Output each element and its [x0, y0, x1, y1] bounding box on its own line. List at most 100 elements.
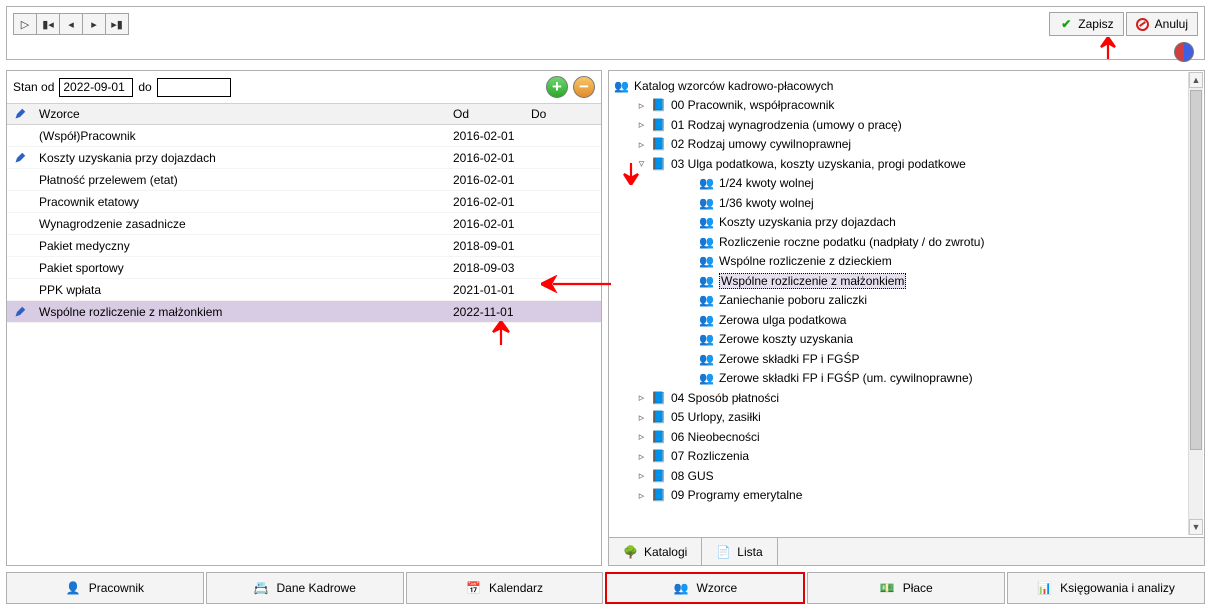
- expander-icon[interactable]: ▹: [636, 450, 647, 463]
- do-header[interactable]: Do: [525, 107, 585, 121]
- tree-node[interactable]: ▹ 09 Programy emerytalne: [612, 486, 1186, 506]
- save-button[interactable]: ✔ Zapisz: [1049, 12, 1123, 36]
- tree-node[interactable]: Koszty uzyskania przy dojazdach: [612, 213, 1186, 233]
- remove-button[interactable]: −: [573, 76, 595, 98]
- stan-od-input[interactable]: [59, 78, 133, 97]
- book-icon: [651, 137, 667, 151]
- people-icon: [699, 274, 715, 288]
- tab-ksiegowania[interactable]: 📊 Księgowania i analizy: [1007, 572, 1205, 604]
- expander-icon[interactable]: ▹: [636, 118, 647, 131]
- row-name: Płatność przelewem (etat): [33, 173, 447, 187]
- people-icon: [699, 176, 715, 190]
- expander-icon[interactable]: ▹: [636, 138, 647, 151]
- expander-icon[interactable]: ▹: [636, 489, 647, 502]
- table-row[interactable]: (Współ)Pracownik2016-02-01: [7, 125, 601, 147]
- tree-node-label: Zerowa ulga podatkowa: [719, 313, 846, 327]
- tree-node[interactable]: Zerowa ulga podatkowa: [612, 310, 1186, 330]
- stan-od-label: Stan od: [13, 80, 54, 94]
- tree-node-label: Wspólne rozliczenie z małżonkiem: [719, 273, 906, 289]
- tree-node[interactable]: ▹ 01 Rodzaj wynagrodzenia (umowy o pracę): [612, 115, 1186, 135]
- tree-node[interactable]: Zerowe składki FP i FGŚP: [612, 349, 1186, 369]
- right-panel: Katalog wzorców kadrowo-płacowych ▹00 Pr…: [608, 70, 1205, 566]
- row-name: Pracownik etatowy: [33, 195, 447, 209]
- tree-node[interactable]: Wspólne rozliczenie z dzieckiem: [612, 252, 1186, 272]
- nav-first-button[interactable]: ▮◂: [36, 13, 60, 35]
- people-icon: [699, 371, 715, 385]
- tree-node[interactable]: Wspólne rozliczenie z małżonkiem: [612, 271, 1186, 291]
- tab-lista[interactable]: 📄 Lista: [702, 538, 777, 565]
- tab-wzorce-label: Wzorce: [697, 581, 738, 595]
- nav-next-button[interactable]: ▸: [82, 13, 106, 35]
- nav-prev-button[interactable]: ◂: [59, 13, 83, 35]
- tree-node[interactable]: ▹06 Nieobecności: [612, 427, 1186, 447]
- tree-node[interactable]: ▹02 Rodzaj umowy cywilnoprawnej: [612, 135, 1186, 155]
- tree-node[interactable]: ▹05 Urlopy, zasiłki: [612, 408, 1186, 428]
- tree-node[interactable]: ▹08 GUS: [612, 466, 1186, 486]
- table-row[interactable]: Pakiet sportowy2018-09-03: [7, 257, 601, 279]
- table-row[interactable]: Pakiet medyczny2018-09-01: [7, 235, 601, 257]
- tab-place[interactable]: 💵 Płace: [807, 572, 1005, 604]
- tree-node[interactable]: ▿03 Ulga podatkowa, koszty uzyskania, pr…: [612, 154, 1186, 174]
- pencil-column-header: [7, 108, 33, 120]
- tree-node-label: Zaniechanie poboru zaliczki: [719, 293, 867, 307]
- scroll-down-button[interactable]: ▼: [1189, 519, 1203, 535]
- expander-icon[interactable]: ▹: [636, 469, 647, 482]
- tree-node[interactable]: ▹04 Sposób płatności: [612, 388, 1186, 408]
- add-button[interactable]: +: [546, 76, 568, 98]
- money-icon: 💵: [880, 581, 895, 595]
- od-header[interactable]: Od: [447, 107, 525, 121]
- book-icon: [651, 391, 667, 405]
- annotation-arrow-expand: [620, 163, 642, 188]
- tab-kalendarz[interactable]: 📅 Kalendarz: [406, 572, 604, 604]
- tree-node[interactable]: Rozliczenie roczne podatku (nadpłaty / d…: [612, 232, 1186, 252]
- do-input[interactable]: [157, 78, 231, 97]
- book-icon: [651, 449, 667, 463]
- expander-icon[interactable]: ▹: [636, 99, 647, 112]
- expander-icon[interactable]: ▹: [636, 430, 647, 443]
- table-row[interactable]: Pracownik etatowy2016-02-01: [7, 191, 601, 213]
- table-row[interactable]: Wspólne rozliczenie z małżonkiem2022-11-…: [7, 301, 601, 323]
- left-panel: Stan od do + − Wzorce Od Do (Współ)Praco…: [6, 70, 602, 566]
- tree-node[interactable]: ▹00 Pracownik, współpracownik: [612, 96, 1186, 116]
- tab-dane-kadrowe-label: Dane Kadrowe: [277, 581, 356, 595]
- scroll-up-button[interactable]: ▲: [1189, 72, 1203, 88]
- tree-node-label: 1/24 kwoty wolnej: [719, 176, 814, 190]
- scroll-thumb[interactable]: [1190, 90, 1202, 450]
- tab-pracownik[interactable]: 👤 Pracownik: [6, 572, 204, 604]
- tree-node[interactable]: 1/36 kwoty wolnej: [612, 193, 1186, 213]
- row-od: 2016-02-01: [447, 173, 525, 187]
- tab-katalogi[interactable]: 🌳 Katalogi: [609, 538, 702, 565]
- row-od: 2018-09-03: [447, 261, 525, 275]
- tree-node-label: Zerowe koszty uzyskania: [719, 332, 853, 346]
- tree-root-label[interactable]: Katalog wzorców kadrowo-płacowych: [634, 79, 833, 93]
- table-row[interactable]: Płatność przelewem (etat)2016-02-01: [7, 169, 601, 191]
- row-name: Pakiet sportowy: [33, 261, 447, 275]
- cancel-button[interactable]: Anuluj: [1126, 12, 1198, 36]
- globe-icon[interactable]: [1174, 42, 1194, 62]
- tree-node-label: 09 Programy emerytalne: [671, 488, 802, 502]
- expander-icon[interactable]: ▹: [636, 391, 647, 404]
- people-icon: [699, 235, 715, 249]
- nav-last-button[interactable]: ▸▮: [105, 13, 129, 35]
- tree-node[interactable]: Zerowe koszty uzyskania: [612, 330, 1186, 350]
- vertical-scrollbar[interactable]: ▲ ▼: [1188, 72, 1203, 535]
- nav-play-button[interactable]: ▷: [13, 13, 37, 35]
- tree-node[interactable]: ▹ 07 Rozliczenia: [612, 447, 1186, 467]
- tree-node-label: 01 Rodzaj wynagrodzenia (umowy o pracę): [671, 118, 902, 132]
- tab-lista-label: Lista: [737, 545, 762, 559]
- tree-node-label: 1/36 kwoty wolnej: [719, 196, 814, 210]
- row-name: PPK wpłata: [33, 283, 447, 297]
- pencil-icon: [14, 152, 26, 164]
- tree-node[interactable]: Zerowe składki FP i FGŚP (um. cywilnopra…: [612, 369, 1186, 389]
- tree: Katalog wzorców kadrowo-płacowych ▹00 Pr…: [610, 72, 1188, 535]
- tree-node[interactable]: Zaniechanie poboru zaliczki: [612, 291, 1186, 311]
- wzorce-header[interactable]: Wzorce: [33, 107, 447, 121]
- tree-node-label: 07 Rozliczenia: [671, 449, 749, 463]
- table-row[interactable]: PPK wpłata2021-01-01: [7, 279, 601, 301]
- tree-node[interactable]: 1/24 kwoty wolnej: [612, 174, 1186, 194]
- table-row[interactable]: Wynagrodzenie zasadnicze2016-02-01: [7, 213, 601, 235]
- tab-wzorce[interactable]: 👥 Wzorce: [605, 572, 805, 604]
- table-row[interactable]: Koszty uzyskania przy dojazdach2016-02-0…: [7, 147, 601, 169]
- expander-icon[interactable]: ▹: [636, 411, 647, 424]
- tab-dane-kadrowe[interactable]: 📇 Dane Kadrowe: [206, 572, 404, 604]
